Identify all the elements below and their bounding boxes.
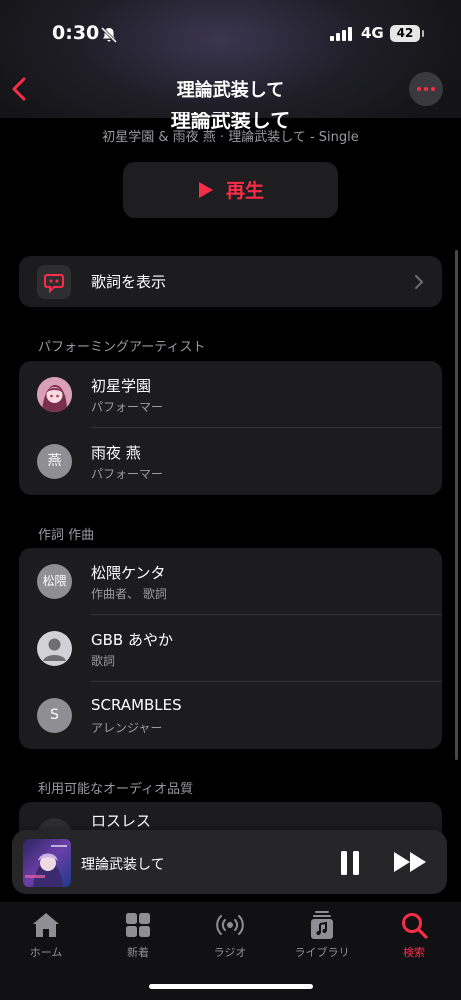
writer-row[interactable]: GBB あやか 歌詞 bbox=[19, 615, 442, 682]
play-icon bbox=[199, 182, 213, 198]
writer-name: SCRAMBLES bbox=[91, 696, 182, 714]
grid-icon bbox=[126, 913, 150, 937]
home-indicator[interactable] bbox=[149, 984, 313, 989]
content-scroll-area[interactable]: 理論武装して 初星学園 & 雨夜 燕 · 理論武装して - Single 再生 … bbox=[0, 112, 461, 902]
tab-new[interactable]: 新着 bbox=[92, 910, 184, 960]
tab-radio[interactable]: ラジオ bbox=[184, 910, 276, 960]
performer-role: パフォーマー bbox=[91, 467, 164, 481]
chevron-right-icon bbox=[415, 275, 424, 289]
mini-player[interactable]: 理論武装して bbox=[12, 830, 447, 894]
lyrics-icon bbox=[37, 265, 71, 299]
person-placeholder-icon bbox=[37, 631, 72, 666]
skip-forward-icon[interactable] bbox=[393, 850, 429, 874]
play-button[interactable]: 再生 bbox=[123, 162, 338, 218]
more-dot bbox=[424, 87, 428, 91]
nav-title: 理論武装して bbox=[176, 80, 285, 101]
more-options-button[interactable] bbox=[409, 72, 443, 106]
performer-name: 雨夜 燕 bbox=[91, 444, 141, 462]
performer-row[interactable]: 初星学園 パフォーマー bbox=[19, 361, 442, 428]
avatar: 松隈 bbox=[37, 564, 72, 599]
pause-icon[interactable] bbox=[339, 850, 361, 876]
writer-role: 歌詞 bbox=[91, 654, 116, 668]
avatar bbox=[37, 377, 72, 412]
section-performers: パフォーミングアーティスト bbox=[38, 340, 206, 355]
show-lyrics-label: 歌詞を表示 bbox=[91, 273, 167, 291]
tab-label: ホーム bbox=[29, 946, 63, 959]
tab-home[interactable]: ホーム bbox=[0, 910, 92, 960]
performer-role: パフォーマー bbox=[91, 400, 164, 414]
writer-role: 作曲者、 歌詞 bbox=[91, 587, 167, 601]
cellular-signal-icon bbox=[330, 27, 352, 41]
performer-name: 初星学園 bbox=[91, 377, 152, 395]
tab-library[interactable]: ライブラリ bbox=[276, 910, 368, 960]
performers-card: 初星学園 パフォーマー 燕 雨夜 燕 パフォーマー bbox=[19, 361, 442, 495]
section-writers: 作詞 作曲 bbox=[38, 528, 95, 543]
section-audio-quality: 利用可能なオーディオ品質 bbox=[38, 782, 194, 797]
avatar: S bbox=[37, 698, 72, 733]
tab-label: 新着 bbox=[127, 946, 149, 959]
library-icon bbox=[311, 911, 333, 939]
album-subtitle: 初星学園 & 雨夜 燕 · 理論武装して - Single bbox=[102, 130, 359, 145]
network-type: 4G bbox=[361, 24, 384, 42]
writer-row[interactable]: 松隈 松隈ケンタ 作曲者、 歌詞 bbox=[19, 548, 442, 615]
more-dot bbox=[431, 87, 435, 91]
more-dot bbox=[417, 87, 421, 91]
tab-label: ラジオ bbox=[213, 946, 247, 959]
tab-search[interactable]: 検索 bbox=[368, 910, 460, 960]
play-button-label: 再生 bbox=[226, 180, 265, 202]
writer-row[interactable]: S SCRAMBLES アレンジャー bbox=[19, 682, 442, 749]
mini-player-artwork bbox=[23, 839, 71, 887]
mini-player-title: 理論武装して bbox=[81, 857, 165, 873]
quality-name: ロスレス bbox=[91, 812, 152, 830]
writer-role: アレンジャー bbox=[91, 721, 163, 735]
show-lyrics-row[interactable]: 歌詞を表示 bbox=[19, 256, 442, 307]
writers-card: 松隈 松隈ケンタ 作曲者、 歌詞 GBB あやか 歌詞 S SCRAMBLES … bbox=[19, 548, 442, 749]
writer-name: GBB あやか bbox=[91, 631, 173, 649]
performer-row[interactable]: 燕 雨夜 燕 パフォーマー bbox=[19, 428, 442, 495]
tab-label: ライブラリ bbox=[294, 946, 350, 959]
avatar: 燕 bbox=[37, 444, 72, 479]
search-icon bbox=[402, 913, 428, 939]
radio-icon bbox=[216, 915, 244, 935]
battery-icon: 42 bbox=[390, 25, 424, 42]
status-time: 0:30 bbox=[52, 22, 100, 44]
writer-name: 松隈ケンタ bbox=[91, 564, 166, 582]
tab-label: 検索 bbox=[403, 946, 425, 959]
silent-bell-icon bbox=[100, 26, 118, 44]
status-bar: 0:30 4G 42 bbox=[0, 18, 461, 50]
home-icon bbox=[33, 913, 59, 937]
scrollbar[interactable] bbox=[455, 250, 458, 760]
